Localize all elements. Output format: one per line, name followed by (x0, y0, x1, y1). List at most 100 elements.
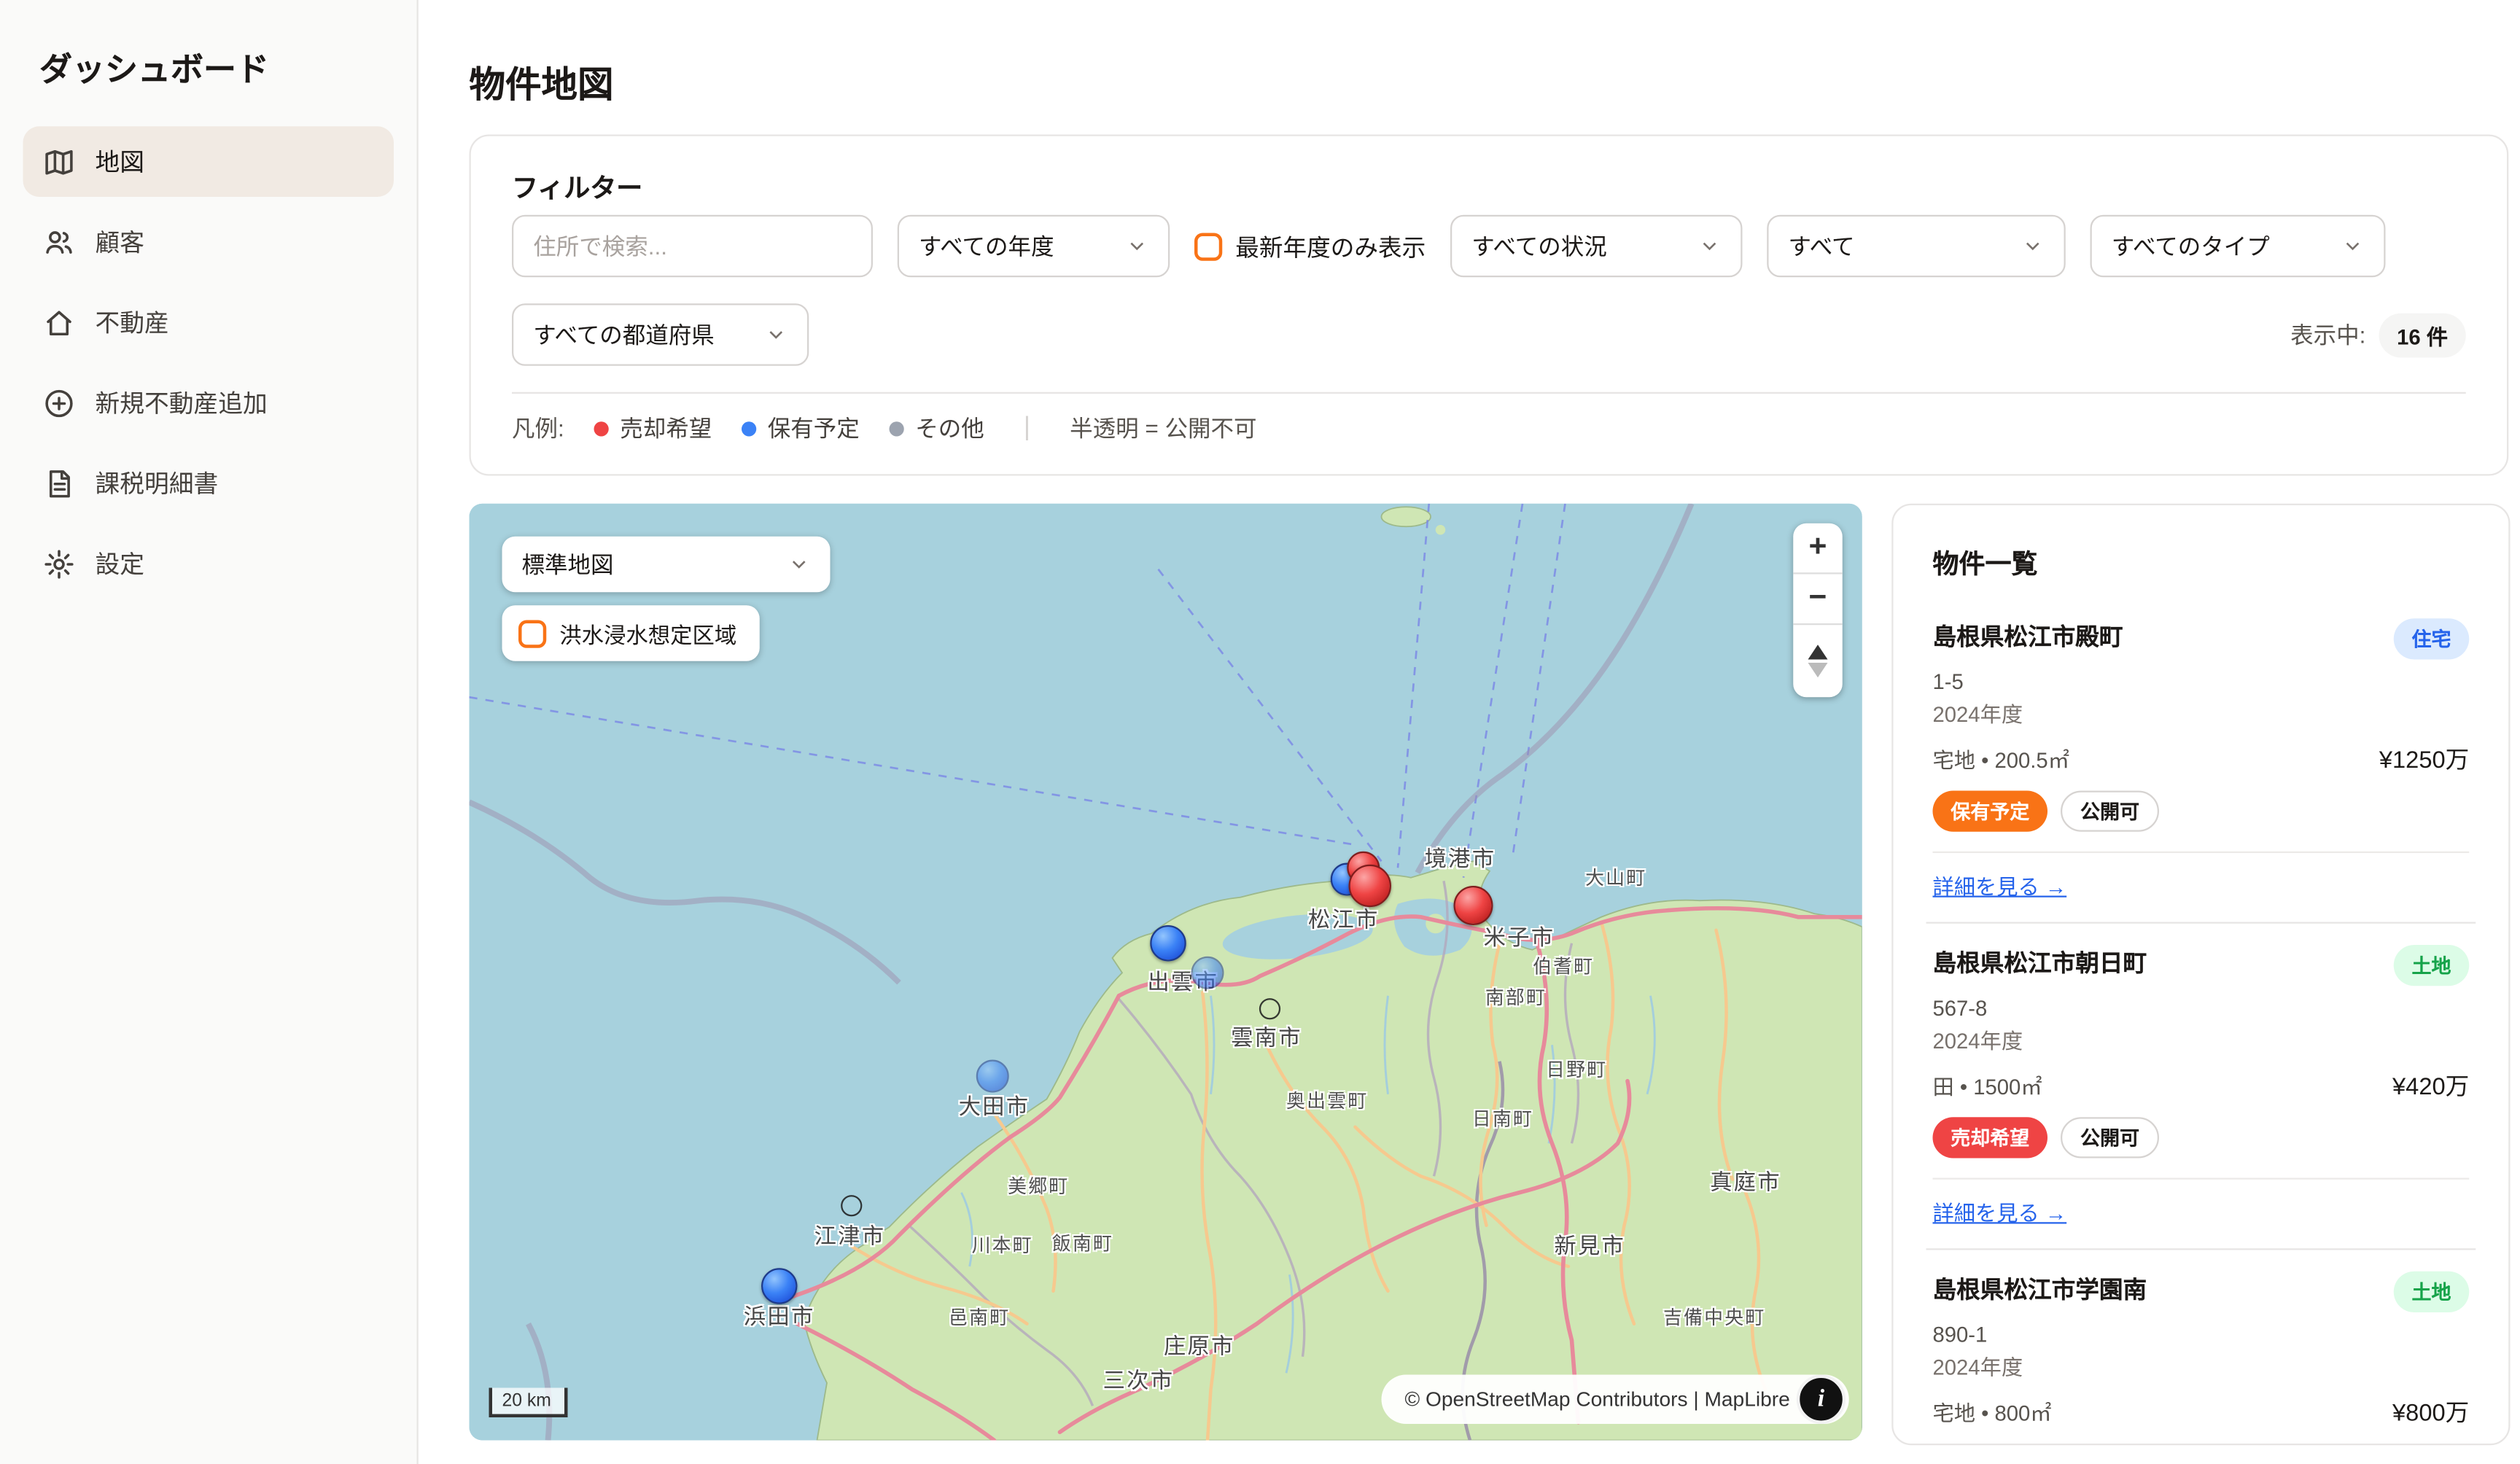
property-card: 島根県松江市殿町住宅 1-5 2024年度宅地 • 200.5㎡ ¥1250万保有予定… (1926, 597, 2476, 922)
status-select[interactable]: すべての状況 (1450, 215, 1743, 278)
map-attribution: © OpenStreetMap Contributors | MapLibre … (1382, 1375, 1846, 1425)
filter-panel: フィルター すべての年度 最新年度のみ表示 すべての状況 すべて (470, 135, 2509, 476)
city-label: 日南町 (1472, 1106, 1533, 1132)
legend-label: 保有予定 (768, 412, 860, 445)
publish-badge: 公開可 (2061, 791, 2159, 832)
flood-layer-checkbox[interactable] (518, 619, 546, 647)
property-badges: 売却希望公開可 (1933, 1117, 2470, 1158)
city-label: 飯南町 (1052, 1231, 1113, 1257)
legend-items: 売却希望 保有予定 その他 (594, 412, 984, 445)
prefecture-select[interactable]: すべての都道府県 (512, 303, 809, 366)
sidebar-item-label: 不動産 (96, 305, 169, 340)
info-icon[interactable]: i (1797, 1375, 1846, 1425)
latest-year-checkbox[interactable] (1194, 232, 1222, 260)
map-marker-sell[interactable] (1349, 865, 1392, 908)
city-label: 三次市 (1103, 1362, 1175, 1395)
page-title: 物件地図 (420, 0, 2520, 109)
property-land-area: 宅地 • 200.5㎡ (1933, 743, 2069, 774)
prefecture-select-value: すべての都道府県 (533, 319, 715, 351)
property-card-header: 島根県松江市朝日町土地 (1933, 945, 2470, 986)
sidebar: ダッシュボード 地図顧客不動産新規不動産追加課税明細書設定 (0, 0, 419, 1464)
publish-select[interactable]: すべて (1767, 215, 2066, 278)
legend-item: その他 (889, 412, 984, 445)
status-select-value: すべての状況 (1471, 230, 1607, 262)
city-label: 大山町 (1585, 865, 1646, 891)
property-detail-link[interactable]: 詳細を見る → (1933, 1196, 2067, 1227)
map-icon (43, 145, 76, 178)
property-card: 島根県松江市朝日町土地567-82024年度田 • 1500㎡¥420万売却希望… (1926, 922, 2476, 1249)
type-select[interactable]: すべてのタイプ (2091, 215, 2386, 278)
map-marker-hold-private[interactable] (1191, 957, 1224, 989)
address-search-input[interactable] (512, 215, 873, 278)
latest-year-label: 最新年度のみ表示 (1235, 229, 1426, 263)
property-price: ¥800万 (2392, 1395, 2469, 1429)
sidebar-item-home[interactable]: 不動産 (23, 287, 394, 358)
legend-dot (742, 421, 756, 435)
property-land-area: 田 • 1500㎡ (1933, 1070, 2042, 1101)
property-detail-link[interactable]: 詳細を見る → (1933, 870, 2067, 901)
property-lot-number: 1-5 (1933, 669, 2470, 694)
year-select-value: すべての年度 (919, 230, 1054, 262)
sidebar-item-gear[interactable]: 設定 (23, 529, 394, 599)
sidebar-item-plus-circle[interactable]: 新規不動産追加 (23, 367, 394, 438)
chevron-down-icon (788, 553, 811, 576)
map-marker-sell[interactable] (1454, 886, 1493, 925)
map-marker-hold[interactable] (761, 1268, 798, 1304)
legend: 凡例: 売却希望保有予定その他 | 半透明 = 公開不可 (512, 412, 1257, 445)
map-zoom-control: + − (1793, 523, 1843, 698)
map-style-value: 標準地図 (522, 548, 614, 581)
chevron-down-icon (765, 323, 788, 346)
city-label: 美郷町 (1008, 1173, 1069, 1199)
city-label: 米子市 (1484, 919, 1555, 951)
status-badge: 売却希望 (1933, 1117, 2048, 1158)
map-marker-hold[interactable] (1150, 925, 1186, 962)
publish-badge: 公開可 (2061, 1444, 2159, 1445)
filter-title: フィルター (471, 136, 2507, 206)
map-style-select[interactable]: 標準地図 (502, 537, 831, 593)
sidebar-item-users[interactable]: 顧客 (23, 207, 394, 278)
publish-badge: 公開可 (2061, 1117, 2159, 1158)
property-cards: 島根県松江市殿町住宅 1-5 2024年度宅地 • 200.5㎡ ¥1250万保有予定… (1926, 597, 2476, 1445)
property-map[interactable]: 境港市大山町松江市米子市伯耆町南部町日野町日南町出雲市雲南市奥出雲町大田市美郷町… (470, 504, 1862, 1441)
status-badge: 保有予定 (1933, 791, 2048, 832)
users-icon (43, 225, 76, 258)
legend-item: 売却希望 (594, 412, 712, 445)
sidebar-item-document[interactable]: 課税明細書 (23, 448, 394, 518)
city-label: 真庭市 (1710, 1163, 1781, 1196)
chevron-down-icon (1698, 235, 1722, 258)
chevron-down-icon (2341, 235, 2365, 258)
sidebar-item-label: 新規不動産追加 (96, 386, 268, 420)
compass-north-icon (1808, 645, 1828, 659)
result-count: 表示中: 16 件 (2290, 313, 2466, 357)
filter-row-2: すべての都道府県 表示中: 16 件 (512, 303, 2466, 366)
city-label: 奥出雲町 (1286, 1088, 1369, 1114)
property-lot-number: 567-8 (1933, 996, 2470, 1021)
property-card-header: 島根県松江市殿町住宅 (1933, 618, 2470, 659)
compass-button[interactable] (1793, 625, 1843, 697)
divider (512, 392, 2466, 394)
zoom-out-button[interactable]: − (1793, 575, 1843, 626)
city-label: 邑南町 (949, 1304, 1010, 1331)
map-marker-other[interactable] (1259, 998, 1280, 1019)
legend-note: 半透明 = 公開不可 (1070, 412, 1256, 445)
sidebar-item-map[interactable]: 地図 (23, 126, 394, 197)
city-label: 江津市 (814, 1218, 886, 1250)
main-content: 物件地図 フィルター すべての年度 最新年度のみ表示 すべての状況 (420, 0, 2520, 1464)
property-lot-number: 890-1 (1933, 1323, 2470, 1347)
property-type-badge: 住宅 (2394, 618, 2470, 659)
legend-label: その他 (915, 412, 984, 445)
property-price: ¥1250万 (2379, 741, 2469, 776)
map-marker-hold-private[interactable] (976, 1060, 1009, 1093)
property-year: 2024年度 (1933, 697, 2470, 728)
city-label: 雲南市 (1231, 1019, 1302, 1051)
showing-label: 表示中: (2290, 319, 2365, 351)
year-select[interactable]: すべての年度 (898, 215, 1170, 278)
property-list-panel: 物件一覧 島根県松江市殿町住宅1-52024年度宅地 • 200.5㎡¥1250… (1891, 504, 2510, 1446)
sidebar-item-label: 顧客 (96, 225, 145, 259)
city-label: 川本町 (972, 1232, 1033, 1258)
property-year: 2024年度 (1933, 1350, 2470, 1382)
flood-layer-label: 洪水浸水想定区域 (559, 617, 736, 650)
map-marker-other[interactable] (841, 1195, 862, 1216)
zoom-in-button[interactable]: + (1793, 523, 1843, 575)
property-land-price-row: 宅地 • 200.5㎡ ¥1250万 (1933, 741, 2470, 776)
